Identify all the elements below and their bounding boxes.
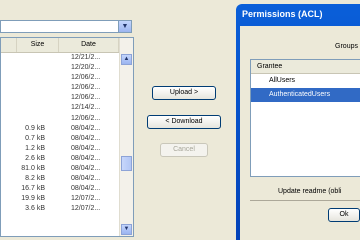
table-row[interactable]: 0.9 kB 08/04/2...: [1, 124, 119, 134]
table-row[interactable]: 12/20/2...: [1, 63, 119, 73]
grantee-column-header[interactable]: Grantee: [251, 60, 360, 74]
file-date: 08/04/2...: [71, 144, 101, 152]
grantee-item-allusers[interactable]: AllUsers: [251, 74, 360, 88]
file-size: 1.2 kB: [25, 144, 45, 152]
table-row[interactable]: 2.6 kB 08/04/2...: [1, 154, 119, 164]
grantee-list[interactable]: Grantee AllUsers AuthenticatedUsers: [250, 59, 360, 177]
file-date: 08/04/2...: [71, 185, 101, 193]
table-row[interactable]: 12/06/2...: [1, 83, 119, 93]
file-date: 12/21/2...: [71, 54, 101, 61]
scroll-down-icon[interactable]: ▼: [121, 224, 132, 235]
file-size: 2.6 kB: [25, 154, 45, 162]
divider: [250, 200, 360, 201]
dialog-title: Permissions (ACL): [242, 9, 323, 19]
table-row[interactable]: 12/06/2...: [1, 73, 119, 83]
file-size: 0.9 kB: [25, 124, 45, 132]
grantee-item-authenticatedusers[interactable]: AuthenticatedUsers: [251, 88, 360, 102]
table-row[interactable]: 12/21/2...: [1, 53, 119, 63]
permissions-dialog: Permissions (ACL) Groups Grantee AllUser…: [236, 4, 360, 240]
table-row[interactable]: 1.2 kB 08/04/2...: [1, 144, 119, 154]
local-files-panel: ▼ Size Date 12/21/2... 12/20/2... 12/06/…: [0, 0, 140, 240]
file-date: 12/06/2...: [71, 94, 101, 102]
file-date: 12/06/2...: [71, 74, 101, 82]
file-date: 12/20/2...: [71, 64, 101, 72]
update-readme-label: Update readme (obli: [278, 188, 342, 195]
file-date: 12/07/2...: [71, 205, 101, 213]
file-size: 0.7 kB: [25, 134, 45, 142]
file-list[interactable]: Size Date 12/21/2... 12/20/2... 12/06/2.…: [0, 37, 134, 237]
table-row[interactable]: 8.2 kB 08/04/2...: [1, 174, 119, 184]
table-row[interactable]: 3.6 kB 12/07/2...: [1, 204, 119, 214]
table-row[interactable]: 81.0 kB 08/04/2...: [1, 164, 119, 174]
dialog-body: Groups Grantee AllUsers AuthenticatedUse…: [240, 26, 360, 240]
scroll-thumb[interactable]: [121, 156, 132, 171]
file-list-scrollbar[interactable]: ▲ ▼: [119, 38, 133, 236]
file-size: 19.9 kB: [21, 195, 45, 203]
file-list-header: Size Date: [1, 38, 119, 53]
file-date: 08/04/2...: [71, 154, 101, 162]
table-row[interactable]: 19.9 kB 12/07/2...: [1, 194, 119, 204]
table-row[interactable]: 12/06/2...: [1, 93, 119, 103]
table-row[interactable]: 12/06/2...: [1, 114, 119, 124]
scroll-up-icon[interactable]: ▲: [121, 54, 132, 65]
file-size: 16.7 kB: [21, 185, 45, 193]
file-size: 3.6 kB: [25, 205, 45, 213]
column-name-header[interactable]: [1, 38, 17, 52]
file-date: 08/04/2...: [71, 124, 101, 132]
file-date: 08/04/2...: [71, 165, 101, 173]
cancel-button[interactable]: Cancel: [160, 143, 208, 157]
file-date: 08/04/2...: [71, 134, 101, 142]
column-date-header[interactable]: Date: [59, 38, 119, 52]
upload-button[interactable]: Upload >: [152, 86, 216, 100]
chevron-down-icon[interactable]: ▼: [118, 21, 131, 32]
file-date: 12/06/2...: [71, 114, 101, 122]
file-date: 12/14/2...: [71, 104, 101, 112]
file-rows: 12/21/2... 12/20/2... 12/06/2... 12/06/2…: [1, 53, 119, 215]
column-size-header[interactable]: Size: [17, 38, 59, 52]
download-button[interactable]: < Download: [147, 115, 221, 129]
file-size: 81.0 kB: [21, 165, 45, 173]
ok-button[interactable]: Ok: [328, 208, 360, 222]
file-size: 8.2 kB: [25, 175, 45, 183]
groups-label: Groups: [335, 43, 358, 50]
file-date: 08/04/2...: [71, 175, 101, 183]
folder-combo[interactable]: ▼: [0, 20, 132, 33]
table-row[interactable]: 16.7 kB 08/04/2...: [1, 184, 119, 194]
table-row[interactable]: 12/14/2...: [1, 103, 119, 113]
table-row[interactable]: 0.7 kB 08/04/2...: [1, 134, 119, 144]
file-date: 12/06/2...: [71, 84, 101, 92]
file-date: 12/07/2...: [71, 195, 101, 203]
